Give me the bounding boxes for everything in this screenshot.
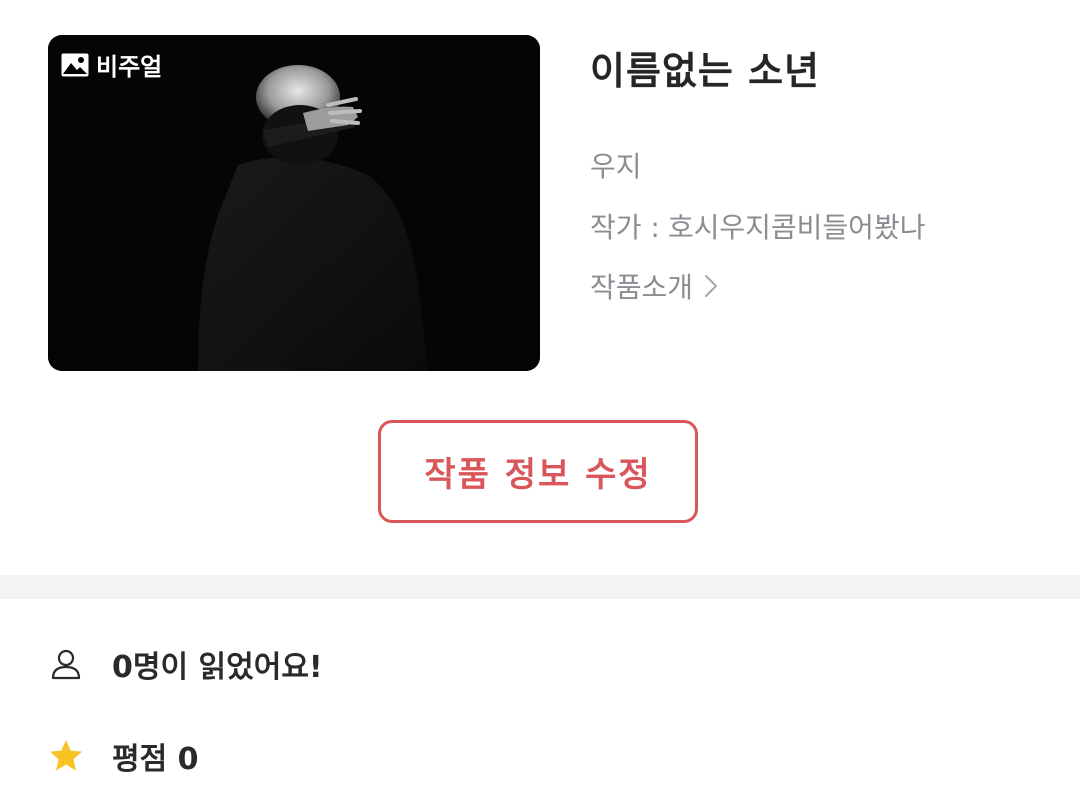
section-divider — [0, 575, 1080, 599]
edit-work-info-button[interactable]: 작품 정보 수정 — [378, 420, 698, 523]
author-label: 작가 : — [590, 211, 660, 244]
intro-label: 작품소개 — [590, 271, 694, 304]
person-icon — [51, 649, 81, 680]
star-icon — [50, 740, 82, 771]
readers-stat: 0명이 읽었어요! — [48, 642, 323, 686]
work-genre: 우지 — [590, 150, 642, 183]
work-detail-page: 비주얼 이름없는 소년 우지 작가 : 호시우지콤비들어봤나 작품소개 작품 정… — [0, 0, 1080, 810]
cover-image[interactable]: 비주얼 — [48, 35, 540, 371]
visual-badge-label: 비주얼 — [96, 53, 163, 81]
readers-text: 0명이 읽었어요! — [112, 650, 323, 685]
image-icon — [60, 50, 90, 80]
chevron-right-icon — [704, 274, 718, 298]
work-title: 이름없는 소년 — [590, 49, 820, 93]
work-author: 작가 : 호시우지콤비들어봤나 — [590, 206, 925, 246]
cover-photo — [48, 35, 540, 371]
visual-badge: 비주얼 — [60, 47, 162, 82]
rating-text: 평점 0 — [112, 742, 199, 777]
author-name[interactable]: 호시우지콤비들어봤나 — [668, 206, 926, 246]
rating-stat: 평점 0 — [48, 734, 199, 778]
work-intro-link[interactable]: 작품소개 — [590, 266, 719, 306]
